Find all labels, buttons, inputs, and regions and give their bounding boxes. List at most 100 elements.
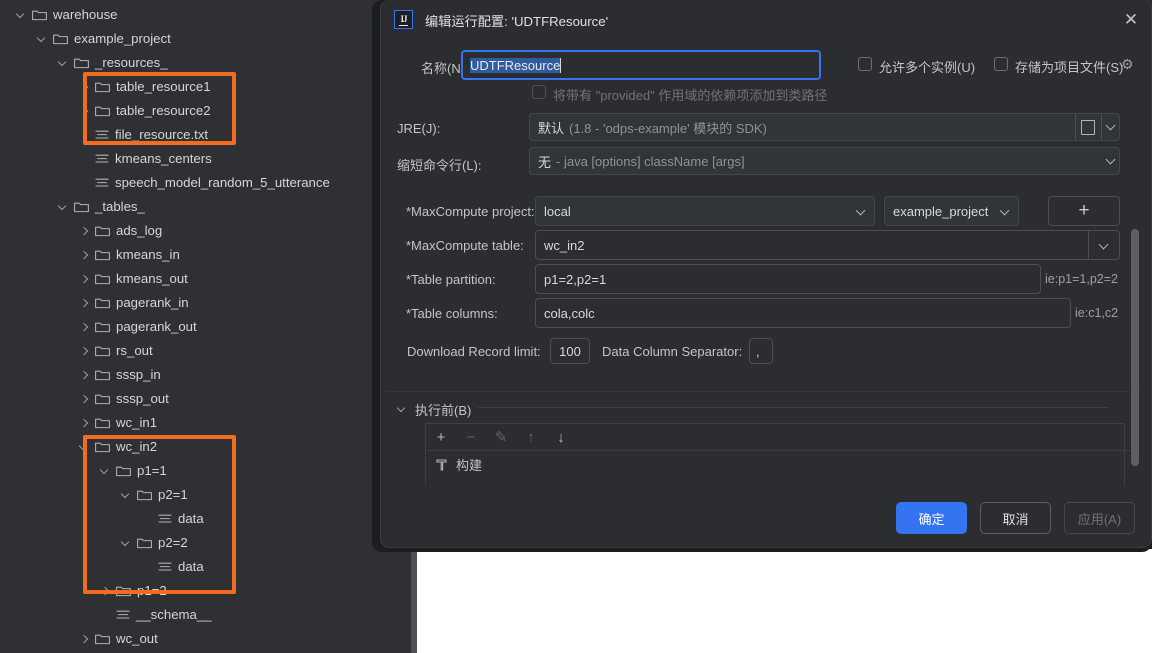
tree-item-example-project[interactable]: example_project [0, 27, 171, 51]
chevron-right-icon[interactable] [79, 634, 90, 645]
tree-item-warehouse[interactable]: warehouse [0, 3, 118, 27]
chevron-down-icon[interactable] [121, 490, 132, 501]
chevron-down-icon[interactable] [100, 466, 111, 477]
tree-item-label: pagerank_out [116, 319, 197, 334]
tree-item-p1-2[interactable]: p1=2 [0, 579, 167, 603]
chevron-right-icon[interactable] [79, 226, 90, 237]
folder-icon [74, 201, 89, 213]
intellij-logo-icon: IJ [394, 10, 413, 29]
chevron-right-icon[interactable] [79, 370, 90, 381]
tree-item-file-resource-txt[interactable]: file_resource.txt [0, 123, 208, 147]
chevron-right-icon[interactable] [79, 274, 90, 285]
tree-item-label: data [178, 559, 204, 574]
chevron-down-icon[interactable] [58, 202, 69, 213]
data-column-separator-input[interactable]: , [749, 338, 773, 364]
close-icon[interactable]: ✕ [1119, 8, 1143, 32]
chevron-right-icon[interactable] [79, 346, 90, 357]
allow-multiple-instances-checkbox[interactable] [858, 57, 872, 71]
tree-item-ads-log[interactable]: ads_log [0, 219, 162, 243]
tree-item-data[interactable]: data [0, 507, 204, 531]
chevron-down-icon[interactable] [16, 10, 27, 21]
tree-item-p2-1[interactable]: p2=1 [0, 483, 188, 507]
cancel-button[interactable]: 取消 [980, 502, 1051, 534]
tree-item-resources[interactable]: _resources_ [0, 51, 168, 75]
tree-item-wc-in1[interactable]: wc_in1 [0, 411, 157, 435]
maxcompute-project-secondary-combo[interactable]: example_project [884, 196, 1019, 226]
before-launch-toolbar[interactable]: + − ✎ ↑ ↓ [427, 424, 1130, 451]
download-record-limit-label: Download Record limit: [407, 344, 541, 359]
chevron-down-icon[interactable] [37, 34, 48, 45]
table-partition-label: *Table partition: [406, 272, 496, 287]
tree-item-label: speech_model_random_5_utterance [115, 175, 330, 190]
provided-scope-checkbox[interactable] [532, 85, 546, 99]
folder-icon [95, 105, 110, 117]
chevron-right-icon[interactable] [100, 586, 111, 597]
store-as-project-file-checkbox[interactable] [994, 57, 1008, 71]
chevron-down-icon[interactable] [58, 58, 69, 69]
tree-item-schema[interactable]: __schema__ [0, 603, 212, 627]
apply-button[interactable]: 应用(A) [1064, 502, 1135, 534]
panel-divider[interactable] [411, 548, 417, 653]
shorten-command-line-combo[interactable]: 无 - java [options] className [args] [529, 147, 1120, 175]
folder-icon [95, 633, 110, 645]
tree-item-label: kmeans_out [116, 271, 188, 286]
move-down-icon[interactable]: ↓ [553, 429, 569, 446]
tree-item-pagerank-in[interactable]: pagerank_in [0, 291, 189, 315]
tree-item-sssp-out[interactable]: sssp_out [0, 387, 169, 411]
before-launch-section-header[interactable]: 执行前(B) [397, 400, 471, 419]
add-project-button[interactable]: + [1048, 196, 1120, 226]
add-task-icon[interactable]: + [433, 429, 449, 446]
chevron-down-icon[interactable] [121, 538, 132, 549]
chevron-right-icon[interactable] [79, 106, 90, 117]
tree-item-kmeans-in[interactable]: kmeans_in [0, 243, 180, 267]
tree-item-label: table_resource2 [116, 103, 211, 118]
data-column-separator-label: Data Column Separator: [602, 344, 743, 359]
table-columns-value: cola,colc [544, 305, 595, 321]
gear-icon[interactable]: ⚙ [1121, 56, 1134, 73]
tree-item-kmeans-centers[interactable]: kmeans_centers [0, 147, 212, 171]
chevron-right-icon[interactable] [79, 418, 90, 429]
tree-item-tables[interactable]: _tables_ [0, 195, 145, 219]
edit-run-configuration-dialog: IJ 编辑运行配置: 'UDTFResource' ✕ 名称(N): UDTFR… [380, 0, 1152, 548]
tree-item-rs-out[interactable]: rs_out [0, 339, 153, 363]
jre-combo[interactable]: 默认 (1.8 - 'odps-example' 模块的 SDK) [529, 113, 1120, 141]
chevron-right-icon[interactable] [79, 322, 90, 333]
tree-item-table-resource2[interactable]: table_resource2 [0, 99, 211, 123]
tree-item-sssp-in[interactable]: sssp_in [0, 363, 161, 387]
dialog-titlebar[interactable]: IJ 编辑运行配置: 'UDTFResource' ✕ [381, 0, 1151, 38]
tree-item-p2-2[interactable]: p2=2 [0, 531, 188, 555]
tree-item-speech-model-random-5-utterance[interactable]: speech_model_random_5_utterance [0, 171, 330, 195]
remove-task-icon: − [466, 428, 476, 446]
tree-item-label: p2=2 [158, 535, 188, 550]
maxcompute-table-combo[interactable]: wc_in2 [535, 230, 1120, 260]
dialog-scrollbar[interactable] [1131, 229, 1139, 466]
chevron-right-icon[interactable] [79, 298, 90, 309]
folder-browse-icon[interactable] [1081, 120, 1095, 135]
chevron-right-icon[interactable] [79, 394, 90, 405]
table-columns-input[interactable]: cola,colc [535, 298, 1071, 328]
tree-item-wc-in2[interactable]: wc_in2 [0, 435, 157, 459]
download-record-limit-input[interactable]: 100 [550, 338, 590, 364]
file-icon [158, 513, 172, 525]
name-input[interactable]: UDTFResource [461, 50, 821, 80]
maxcompute-project-combo[interactable]: local [535, 196, 875, 226]
tree-item-data[interactable]: data [0, 555, 204, 579]
provided-scope-label: 将带有 "provided" 作用域的依赖项添加到类路径 [553, 88, 828, 103]
tree-item-p1-1[interactable]: p1=1 [0, 459, 167, 483]
chevron-down-icon[interactable] [79, 442, 90, 453]
chevron-right-icon[interactable] [79, 250, 90, 261]
tree-item-label: example_project [74, 31, 171, 46]
ok-button[interactable]: 确定 [896, 502, 967, 534]
tree-item-kmeans-out[interactable]: kmeans_out [0, 267, 188, 291]
table-partition-input[interactable]: p1=2,p2=1 [535, 264, 1041, 294]
tree-item-table-resource1[interactable]: table_resource1 [0, 75, 211, 99]
folder-icon [32, 9, 47, 21]
chevron-right-icon[interactable] [79, 82, 90, 93]
maxcompute-table-value: wc_in2 [544, 237, 585, 253]
tree-item-pagerank-out[interactable]: pagerank_out [0, 315, 197, 339]
tree-item-wc-out[interactable]: wc_out [0, 627, 158, 651]
before-launch-task-row[interactable]: 构建 [435, 455, 482, 474]
download-record-limit-value: 100 [559, 343, 581, 359]
